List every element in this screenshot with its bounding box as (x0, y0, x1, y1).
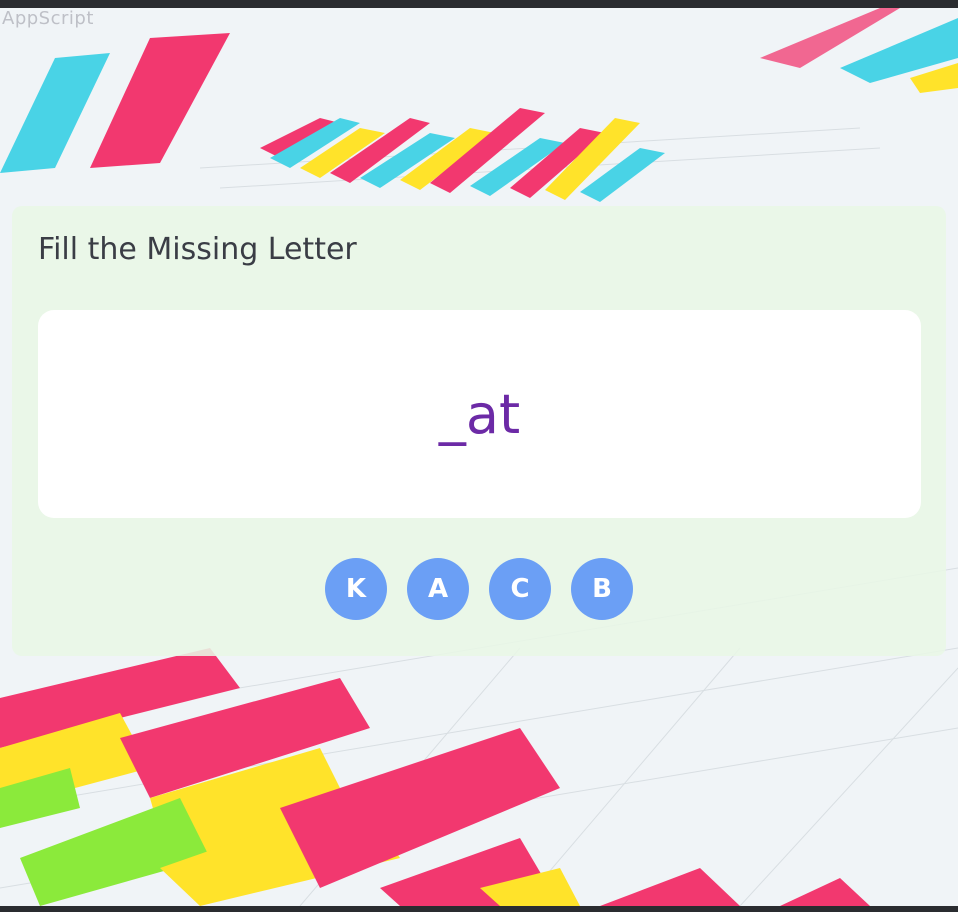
option-button-c[interactable]: C (489, 558, 551, 620)
quiz-card: Fill the Missing Letter _at K A C B (12, 206, 946, 656)
app-window: AppScript Fill the Missing Letter _at K … (0, 8, 958, 906)
quiz-title: Fill the Missing Letter (38, 232, 357, 267)
word-panel: _at (38, 310, 921, 518)
missing-letter-word: _at (438, 383, 521, 446)
option-button-a[interactable]: A (407, 558, 469, 620)
app-watermark: AppScript (2, 8, 94, 29)
option-button-k[interactable]: K (325, 558, 387, 620)
letter-options: K A C B (12, 558, 946, 620)
option-button-b[interactable]: B (571, 558, 633, 620)
